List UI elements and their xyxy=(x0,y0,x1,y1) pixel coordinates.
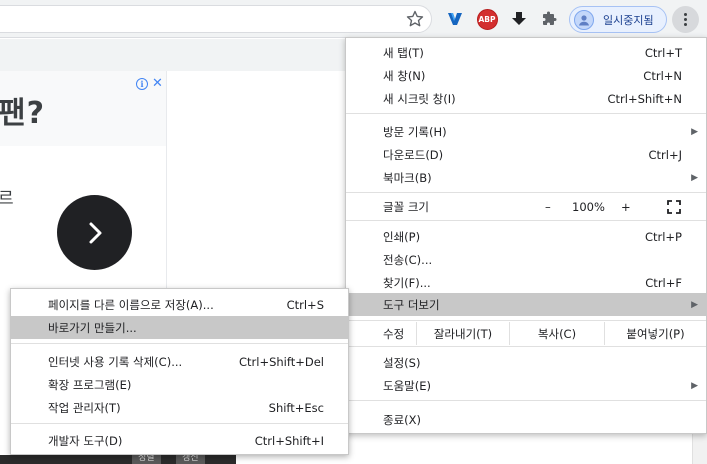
submenu-arrow-icon: ▶ xyxy=(691,380,698,391)
menu-separator xyxy=(346,113,706,114)
adblock-badge: ABP xyxy=(476,8,498,30)
menu-item-history[interactable]: 방문 기록(H) ▶ xyxy=(346,120,706,143)
menu-item-new-window[interactable]: 새 창(N) Ctrl+N xyxy=(346,64,706,87)
menu-item-label: 방문 기록(H) xyxy=(383,124,447,139)
zoom-out-button[interactable]: – xyxy=(545,200,551,214)
menu-item-label: 페이지를 다른 이름으로 저장(A)... xyxy=(48,297,214,312)
menu-item-bookmarks[interactable]: 북마크(B) ▶ xyxy=(346,166,706,189)
menu-item-print[interactable]: 인쇄(P) Ctrl+P xyxy=(346,225,706,248)
profile-status-label: 일시중지됨 xyxy=(603,13,654,27)
chevron-right-icon xyxy=(89,222,101,243)
menu-item-label: 북마크(B) xyxy=(383,170,432,185)
menu-item-label: 도움말(E) xyxy=(383,378,431,393)
menu-item-shortcut: Ctrl+F xyxy=(645,275,682,290)
chrome-main-menu: 새 탭(T) Ctrl+T 새 창(N) Ctrl+N 새 시크릿 창(I) C… xyxy=(345,37,707,434)
page-header-band xyxy=(0,39,345,71)
menu-item-shortcut: Ctrl+T xyxy=(644,45,682,60)
menu-item-settings[interactable]: 설정(S) xyxy=(346,351,706,374)
menu-item-shortcut: Ctrl+N xyxy=(643,68,682,83)
menu-item-zoom: 글꼴 크기 – 100% + xyxy=(346,195,706,218)
menu-item-label: 확장 프로그램(E) xyxy=(48,377,132,392)
menu-item-label: 새 탭(T) xyxy=(383,45,424,60)
browser-toolbar: ABP 일시중지됨 xyxy=(0,0,707,38)
menu-item-label: 도구 더보기 xyxy=(383,297,440,312)
download-extension-icon[interactable] xyxy=(508,8,530,30)
menu-separator xyxy=(11,423,348,424)
adblock-icon[interactable]: ABP xyxy=(476,8,498,30)
menu-item-find[interactable]: 찾기(F)... Ctrl+F xyxy=(346,271,706,294)
menu-item-help[interactable]: 도움말(E) ▶ xyxy=(346,374,706,397)
submenu-item-save-page[interactable]: 페이지를 다른 이름으로 저장(A)... Ctrl+S xyxy=(11,293,348,316)
submenu-arrow-icon: ▶ xyxy=(691,299,698,310)
vpn-extension-icon[interactable] xyxy=(444,8,466,30)
copy-button[interactable]: 복사(C) xyxy=(509,322,604,345)
edit-label: 수정 xyxy=(383,326,405,341)
kebab-menu-icon[interactable] xyxy=(672,6,699,33)
submenu-item-task-manager[interactable]: 작업 관리자(T) Shift+Esc xyxy=(11,396,348,419)
menu-item-incognito[interactable]: 새 시크릿 창(I) Ctrl+Shift+N xyxy=(346,87,706,110)
menu-item-shortcut: Ctrl+S xyxy=(286,297,324,312)
address-bar[interactable] xyxy=(0,5,432,33)
profile-button[interactable]: 일시중지됨 xyxy=(569,6,667,33)
menu-item-label: 다운로드(D) xyxy=(383,147,444,162)
menu-item-label: 설정(S) xyxy=(383,355,421,370)
menu-item-shortcut: Ctrl+J xyxy=(648,147,683,162)
menu-item-shortcut: Ctrl+Shift+I xyxy=(254,433,324,448)
ad-text-fragment: 르 xyxy=(0,189,14,209)
menu-item-downloads[interactable]: 다운로드(D) Ctrl+J xyxy=(346,143,706,166)
menu-item-label: 인터넷 사용 기록 삭제(C)... xyxy=(48,354,183,369)
zoom-label: 글꼴 크기 xyxy=(383,199,429,214)
menu-item-edit: 수정 잘라내기(T) 복사(C) 붙여넣기(P) xyxy=(346,322,706,345)
ad-info-icon[interactable]: i xyxy=(136,78,148,90)
page-divider xyxy=(166,71,167,291)
paste-button[interactable]: 붙여넣기(P) xyxy=(604,322,706,345)
menu-item-label: 종료(X) xyxy=(383,412,422,427)
menu-item-label: 전송(C)... xyxy=(383,252,433,267)
menu-item-label: 새 창(N) xyxy=(383,68,426,83)
menu-item-label: 인쇄(P) xyxy=(383,229,421,244)
fullscreen-icon[interactable] xyxy=(667,200,681,214)
menu-separator xyxy=(346,346,706,347)
ad-close-icon[interactable]: ✕ xyxy=(152,76,163,91)
menu-separator xyxy=(346,192,706,193)
extensions-puzzle-icon[interactable] xyxy=(539,8,561,30)
menu-item-shortcut: Ctrl+Shift+Del xyxy=(239,354,324,369)
next-arrow-button[interactable] xyxy=(57,195,132,270)
menu-separator xyxy=(346,220,706,221)
submenu-item-extensions[interactable]: 확장 프로그램(E) xyxy=(11,373,348,396)
star-icon[interactable] xyxy=(404,8,426,30)
menu-item-label: 새 시크릿 창(I) xyxy=(383,91,456,106)
submenu-arrow-icon: ▶ xyxy=(691,172,698,183)
refresh-button[interactable]: 갱신 xyxy=(176,455,205,464)
menu-item-more-tools[interactable]: 도구 더보기 ▶ xyxy=(346,293,706,316)
more-tools-submenu: 페이지를 다른 이름으로 저장(A)... Ctrl+S 바로가기 만들기...… xyxy=(10,288,349,455)
scrollbar[interactable] xyxy=(692,432,707,464)
cut-button[interactable]: 잘라내기(T) xyxy=(416,322,509,345)
menu-item-label: 찾기(F)... xyxy=(383,275,431,290)
sort-button[interactable]: 정렬 xyxy=(132,455,161,464)
menu-item-shortcut: Ctrl+P xyxy=(644,229,682,244)
menu-item-shortcut: Ctrl+Shift+N xyxy=(607,91,682,106)
submenu-item-create-shortcut[interactable]: 바로가기 만들기... xyxy=(11,316,348,339)
zoom-value: 100% xyxy=(572,199,605,214)
submenu-item-clear-data[interactable]: 인터넷 사용 기록 삭제(C)... Ctrl+Shift+Del xyxy=(11,350,348,373)
menu-item-cast[interactable]: 전송(C)... xyxy=(346,248,706,271)
menu-item-exit[interactable]: 종료(X) xyxy=(346,408,706,431)
menu-separator xyxy=(346,320,706,321)
menu-item-new-tab[interactable]: 새 탭(T) Ctrl+T xyxy=(346,41,706,64)
menu-item-label: 개발자 도구(D) xyxy=(48,433,123,448)
submenu-arrow-icon: ▶ xyxy=(691,126,698,137)
menu-item-label: 바로가기 만들기... xyxy=(48,320,137,335)
menu-item-shortcut: Shift+Esc xyxy=(268,400,324,415)
bottom-action-bar: 정렬 갱신 xyxy=(0,455,236,464)
profile-avatar-icon xyxy=(574,9,594,30)
menu-item-label: 작업 관리자(T) xyxy=(48,400,121,415)
ad-heading: 팬? xyxy=(0,96,46,131)
menu-separator xyxy=(11,343,348,344)
menu-separator xyxy=(346,400,706,401)
submenu-item-dev-tools[interactable]: 개발자 도구(D) Ctrl+Shift+I xyxy=(11,429,348,452)
zoom-in-button[interactable]: + xyxy=(621,200,631,214)
